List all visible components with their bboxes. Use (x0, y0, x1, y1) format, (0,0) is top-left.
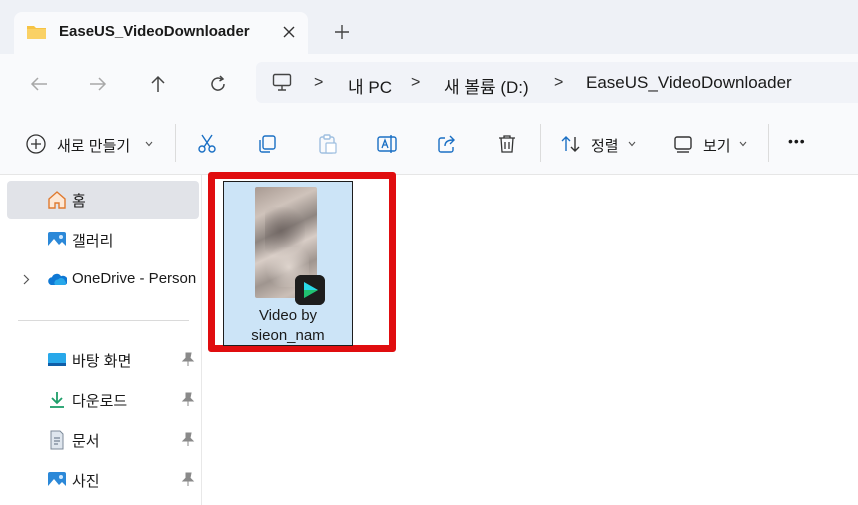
sort-button-label[interactable]: 정렬 (591, 135, 619, 156)
sidebar-item-label: 바탕 화면 (72, 353, 132, 370)
paste-icon[interactable] (316, 133, 338, 155)
breadcrumb-separator[interactable]: > (554, 74, 563, 92)
address-bar[interactable]: > 내 PC > 새 볼륨 (D:) > EaseUS_VideoDownloa… (256, 62, 858, 103)
breadcrumb-this-pc[interactable]: 내 PC (348, 73, 392, 98)
tab-easeus[interactable]: EaseUS_VideoDownloader (14, 12, 308, 54)
view-button-label[interactable]: 보기 (703, 135, 731, 156)
navigation-bar: > 내 PC > 새 볼륨 (D:) > EaseUS_VideoDownloa… (0, 54, 858, 112)
breadcrumb-separator[interactable]: > (314, 74, 323, 92)
new-tab-icon[interactable] (334, 24, 350, 40)
file-name-line: sieon_nam (251, 327, 325, 344)
forward-arrow-icon[interactable] (87, 73, 109, 95)
sidebar-item-label: 홈 (72, 193, 86, 210)
back-arrow-icon[interactable] (28, 73, 50, 95)
new-button-label[interactable]: 새로 만들기 (57, 135, 130, 156)
desktop-icon (48, 353, 66, 366)
easeus-play-badge-icon (295, 275, 325, 305)
tab-title: EaseUS_VideoDownloader (59, 23, 250, 40)
rename-icon[interactable] (376, 133, 398, 155)
share-icon[interactable] (436, 133, 458, 155)
toolbar-divider (540, 124, 541, 162)
more-options-icon[interactable]: ••• (788, 133, 806, 149)
sidebar-item-downloads[interactable]: 다운로드 (7, 381, 199, 419)
chevron-down-icon[interactable] (739, 141, 747, 147)
document-icon (50, 430, 64, 450)
sidebar-divider (18, 320, 189, 321)
pictures-icon (48, 472, 66, 488)
pin-icon[interactable] (181, 432, 195, 447)
sort-icon[interactable] (560, 133, 582, 155)
sidebar-item-label: OneDrive - Person (72, 270, 197, 287)
sidebar-item-desktop[interactable]: 바탕 화면 (7, 341, 199, 379)
breadcrumb-drive[interactable]: 새 볼륨 (D:) (444, 73, 529, 98)
folder-icon (27, 26, 46, 39)
download-icon (50, 392, 64, 408)
sidebar-item-pictures[interactable]: 사진 (7, 461, 199, 499)
navigation-pane: 홈 갤러리 OneDrive - Person 바탕 화면 다운로드 문서 사진 (0, 175, 202, 505)
sidebar-item-label: 갤러리 (72, 233, 114, 250)
view-icon[interactable] (672, 133, 694, 155)
chevron-right-icon[interactable] (23, 274, 30, 285)
sidebar-item-onedrive[interactable]: OneDrive - Person (7, 261, 199, 299)
toolbar-divider (768, 124, 769, 162)
sidebar-item-label: 문서 (72, 433, 100, 450)
sidebar-item-label: 다운로드 (72, 393, 128, 410)
sidebar-item-documents[interactable]: 문서 (7, 421, 199, 459)
gallery-icon (48, 232, 66, 248)
pin-icon[interactable] (181, 472, 195, 487)
close-icon[interactable] (282, 25, 296, 39)
breadcrumb-separator[interactable]: > (411, 74, 420, 92)
sidebar-item-label: 사진 (72, 473, 100, 490)
new-plus-icon[interactable] (25, 133, 47, 155)
pc-icon (272, 73, 292, 91)
chevron-down-icon[interactable] (628, 141, 636, 147)
title-bar: EaseUS_VideoDownloader (0, 0, 858, 54)
pin-icon[interactable] (181, 352, 195, 367)
home-icon (48, 191, 66, 209)
file-name: Video by sieon_nam (224, 306, 352, 346)
breadcrumb-folder[interactable]: EaseUS_VideoDownloader (586, 73, 792, 93)
sidebar-item-home[interactable]: 홈 (7, 181, 199, 219)
onedrive-icon (48, 273, 67, 285)
up-arrow-icon[interactable] (147, 73, 169, 95)
toolbar-divider (175, 124, 176, 162)
pin-icon[interactable] (181, 392, 195, 407)
copy-icon[interactable] (256, 133, 278, 155)
cut-icon[interactable] (196, 133, 218, 155)
chevron-down-icon[interactable] (145, 141, 153, 147)
sidebar-item-gallery[interactable]: 갤러리 (7, 221, 199, 259)
video-file-item[interactable]: Video by sieon_nam (223, 181, 353, 346)
refresh-icon[interactable] (207, 73, 229, 95)
file-name-line: Video by (258, 307, 318, 324)
file-list-view[interactable]: Video by sieon_nam (202, 172, 858, 505)
delete-icon[interactable] (496, 133, 518, 155)
command-bar: 새로 만들기 정렬 보기 ••• (0, 112, 858, 175)
